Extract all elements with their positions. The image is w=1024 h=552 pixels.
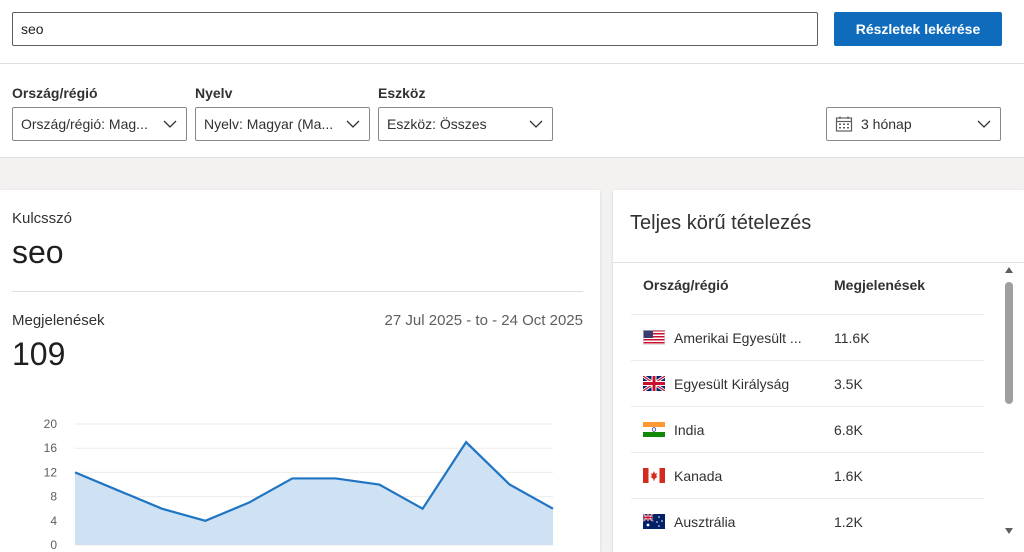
impressions-label: Megjelenések: [12, 312, 105, 329]
period-dropdown[interactable]: 3 hónap: [826, 107, 1001, 141]
data-point[interactable]: [73, 470, 77, 474]
chevron-down-icon: [346, 120, 360, 128]
table-row[interactable]: Amerikai Egyesült ... 11.6K: [631, 314, 984, 360]
country-name: Egyesült Királyság: [674, 375, 790, 392]
language-dropdown-value: Nyelv: Magyar (Ma...: [204, 116, 334, 132]
y-tick-label: 8: [50, 490, 57, 504]
data-point[interactable]: [290, 476, 294, 480]
language-filter-label: Nyelv: [195, 85, 233, 101]
breakdown-title: Teljes körű tételezés: [630, 212, 812, 234]
scrollbar-thumb[interactable]: [1005, 282, 1013, 404]
card-divider: [12, 291, 583, 292]
scroll-up-arrow-icon[interactable]: [1004, 266, 1014, 274]
breakdown-table-body: Amerikai Egyesült ... 11.6K Egyesült Kir…: [631, 314, 984, 544]
calendar-icon: [835, 116, 853, 132]
keyword-value: seo: [12, 234, 64, 270]
keyword-search-input[interactable]: [12, 12, 818, 46]
uk-flag-icon: [643, 376, 665, 391]
scroll-down-arrow-icon[interactable]: [1004, 527, 1014, 535]
data-point[interactable]: [116, 489, 120, 493]
impressions-value: 109: [12, 336, 66, 372]
canada-flag-icon: [643, 468, 665, 483]
chevron-down-icon: [163, 120, 177, 128]
y-tick-label: 20: [44, 417, 58, 431]
device-filter-label: Eszköz: [378, 85, 426, 101]
data-point[interactable]: [160, 507, 164, 511]
country-impressions: 3.5K: [834, 375, 863, 392]
top-divider: [0, 63, 1024, 64]
get-details-button[interactable]: Részletek lekérése: [834, 12, 1002, 46]
chevron-down-icon: [977, 120, 991, 128]
data-point[interactable]: [421, 507, 425, 511]
keyword-label: Kulcsszó: [12, 210, 73, 227]
y-tick-label: 12: [44, 465, 58, 479]
data-point[interactable]: [464, 440, 468, 444]
country-impressions: 11.6K: [834, 329, 870, 346]
data-point[interactable]: [551, 507, 555, 511]
data-point[interactable]: [377, 483, 381, 487]
y-tick-label: 0: [50, 538, 57, 552]
country-impressions: 1.6K: [834, 467, 863, 484]
data-point[interactable]: [247, 501, 251, 505]
table-row[interactable]: Kanada 1.6K: [631, 452, 984, 498]
country-impressions: 1.2K: [834, 513, 863, 530]
y-tick-label: 16: [44, 441, 58, 455]
country-name: Kanada: [674, 467, 723, 484]
country-name: Ausztrália: [674, 513, 736, 530]
australia-flag-icon: [643, 514, 665, 529]
country-name: India: [674, 421, 705, 438]
country-dropdown[interactable]: Ország/régió: Mag...: [12, 107, 187, 141]
chevron-down-icon: [529, 120, 543, 128]
breakdown-card: Teljes körű tételezés Ország/régió Megje…: [613, 190, 1024, 552]
device-dropdown-value: Eszköz: Összes: [387, 116, 487, 132]
table-row[interactable]: Egyesült Királyság 3.5K: [631, 360, 984, 406]
data-point[interactable]: [334, 476, 338, 480]
table-row[interactable]: Ausztrália 1.2K: [631, 498, 984, 544]
country-dropdown-value: Ország/régió: Mag...: [21, 116, 148, 132]
date-range: 27 Jul 2025 - to - 24 Oct 2025: [384, 312, 583, 329]
country-impressions: 6.8K: [834, 421, 863, 438]
impressions-chart: 20 16 12 8 4 0: [44, 417, 555, 552]
country-name: Amerikai Egyesült ...: [674, 329, 802, 346]
us-flag-icon: [643, 330, 665, 345]
language-dropdown[interactable]: Nyelv: Magyar (Ma...: [195, 107, 370, 141]
top-bar: Részletek lekérése Ország/régió Ország/r…: [0, 0, 1024, 158]
column-header-country[interactable]: Ország/régió: [643, 277, 729, 293]
country-filter-label: Ország/régió: [12, 85, 98, 101]
device-dropdown[interactable]: Eszköz: Összes: [378, 107, 553, 141]
keyword-card: Kulcsszó seo Megjelenések 27 Jul 2025 - …: [0, 190, 600, 552]
breakdown-divider: [613, 262, 1024, 263]
data-point[interactable]: [203, 519, 207, 523]
data-point[interactable]: [508, 483, 512, 487]
column-header-impressions[interactable]: Megjelenések: [834, 277, 925, 293]
y-tick-label: 4: [50, 514, 57, 528]
india-flag-icon: [643, 422, 665, 437]
period-dropdown-value: 3 hónap: [861, 116, 912, 132]
table-row[interactable]: India 6.8K: [631, 406, 984, 452]
